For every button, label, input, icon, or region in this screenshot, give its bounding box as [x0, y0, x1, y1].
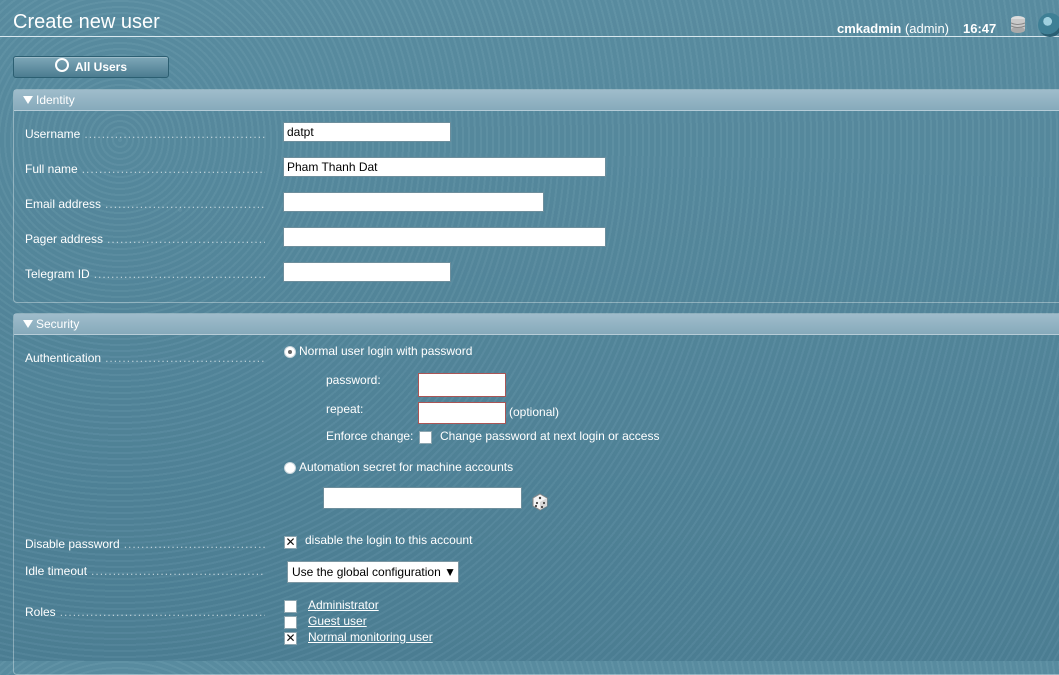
role-normal-monitoring-link[interactable]: Normal monitoring user [308, 630, 433, 644]
auth-password-option: Normal user login with password [299, 344, 473, 358]
authentication-label: Authentication [25, 351, 265, 365]
collapse-triangle-icon [23, 96, 33, 104]
fullname-input[interactable] [283, 157, 606, 177]
roles-label: Roles [25, 605, 265, 619]
optional-note: (optional) [509, 405, 560, 419]
idle-timeout-select[interactable]: Use the global configuration ▼ [287, 561, 459, 583]
automation-secret-input[interactable] [323, 487, 522, 509]
password-label: password: [326, 373, 381, 387]
database-icon[interactable] [1008, 15, 1028, 35]
identity-header[interactable]: Identity [14, 90, 1059, 111]
collapse-triangle-icon [23, 320, 33, 328]
auth-password-radio[interactable] [284, 346, 296, 358]
identity-section: Identity Username Full name Email addres… [13, 89, 1059, 303]
pager-label: Pager address [25, 232, 265, 246]
role-administrator-checkbox[interactable] [284, 600, 297, 613]
repeat-label: repeat: [326, 402, 364, 416]
role-guest-link[interactable]: Guest user [308, 614, 367, 628]
current-role: (admin) [904, 21, 950, 36]
email-label: Email address [25, 197, 265, 211]
role-administrator-link[interactable]: Administrator [308, 598, 379, 612]
auth-automation-option: Automation secret for machine accounts [299, 460, 514, 474]
auth-automation-radio[interactable] [284, 462, 296, 474]
repeat-input[interactable] [418, 402, 506, 424]
security-section: Security Authentication Normal user logi… [13, 313, 1059, 675]
role-normal-monitoring-checkbox[interactable]: ✕ [284, 632, 297, 645]
disable-password-label: Disable password [25, 537, 265, 551]
idle-timeout-label: Idle timeout [25, 564, 265, 578]
current-username: cmkadmin [837, 21, 902, 36]
password-input[interactable] [418, 373, 506, 397]
clock: 16:47 [963, 21, 997, 36]
enforce-change-label: Enforce change: [326, 429, 414, 443]
dice-icon[interactable] [531, 493, 549, 511]
telegram-input[interactable] [283, 262, 451, 282]
security-header[interactable]: Security [14, 314, 1059, 335]
disable-password-text: disable the login to this account [305, 533, 473, 547]
disable-password-checkbox[interactable]: ✕ [284, 536, 297, 549]
user-info: cmkadmin (admin) [837, 21, 949, 36]
fullname-label: Full name [25, 162, 265, 176]
telegram-label: Telegram ID [25, 267, 265, 281]
enforce-change-checkbox[interactable] [419, 431, 432, 444]
email-input[interactable] [283, 192, 544, 212]
all-users-button[interactable]: All Users [13, 56, 169, 78]
role-guest-checkbox[interactable] [284, 616, 297, 629]
enforce-change-text: Change password at next login or access [440, 429, 660, 443]
username-input[interactable] [283, 122, 451, 142]
title-divider [0, 36, 1059, 37]
globe-icon[interactable] [1038, 13, 1059, 37]
pager-input[interactable] [283, 227, 606, 247]
back-arrow-icon [54, 58, 69, 72]
page-title: Create new user [13, 11, 160, 33]
username-label: Username [25, 127, 265, 141]
